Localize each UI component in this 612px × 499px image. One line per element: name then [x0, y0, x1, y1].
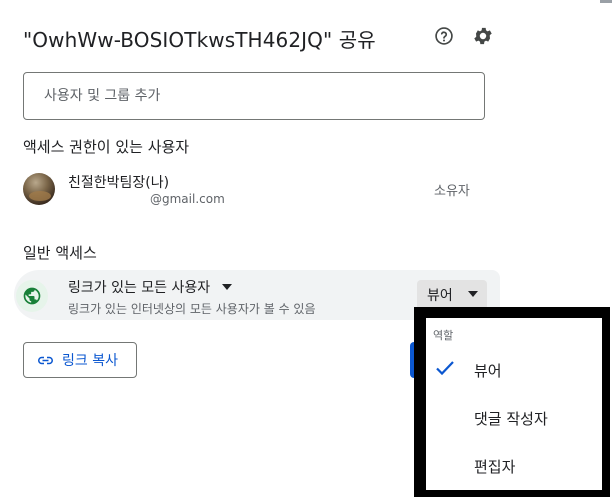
user-name: 친절한박팀장(나): [68, 175, 170, 191]
role-menu-item-editor[interactable]: 편집자: [426, 444, 602, 488]
role-menu-item-label: 뷰어: [474, 362, 502, 380]
avatar: [23, 173, 55, 205]
general-access-heading: 일반 액세스: [23, 244, 97, 262]
dialog-title: "OwhWw-BOSIOTkwsTH462JQ" 공유: [23, 28, 376, 52]
check-icon: [436, 361, 454, 376]
help-circle-icon: [435, 27, 453, 45]
add-people-input[interactable]: [24, 73, 484, 119]
general-access-selector-label: 링크가 있는 모든 사용자: [68, 280, 211, 296]
caret-down-icon: [222, 284, 233, 290]
people-with-access-heading: 액세스 권한이 있는 사용자: [23, 138, 190, 156]
gear-icon: [474, 27, 492, 45]
role-select-label: 뷰어: [427, 288, 453, 304]
link-icon: [37, 356, 54, 365]
general-access-role-select[interactable]: 뷰어: [417, 280, 487, 310]
globe-icon: [23, 287, 41, 305]
general-access-selector[interactable]: 링크가 있는 모든 사용자: [68, 277, 233, 297]
role-menu-item-label: 편집자: [474, 458, 516, 476]
settings-button[interactable]: [471, 24, 495, 48]
share-dialog: "OwhWw-BOSIOTkwsTH462JQ" 공유 액세스 권한이 있는 사…: [0, 0, 612, 499]
user-email: @gmail.com: [150, 192, 225, 206]
help-button[interactable]: [432, 24, 456, 48]
role-menu-header: 역할: [433, 329, 454, 342]
add-people-field[interactable]: [23, 72, 485, 120]
role-menu-item-label: 댓글 작성자: [474, 410, 548, 428]
copy-link-label: 링크 복사: [62, 353, 118, 369]
role-menu-item-commenter[interactable]: 댓글 작성자: [426, 396, 602, 440]
caret-down-icon: [468, 291, 478, 297]
window-edge-mark: [600, 0, 612, 3]
role-menu-item-viewer[interactable]: 뷰어: [426, 348, 602, 392]
copy-link-button[interactable]: 링크 복사: [23, 342, 137, 378]
owner-role-label: 소유자: [434, 184, 470, 199]
globe-badge: [16, 280, 48, 312]
general-access-description: 링크가 있는 인터넷상의 모든 사용자가 볼 수 있음: [68, 302, 316, 316]
